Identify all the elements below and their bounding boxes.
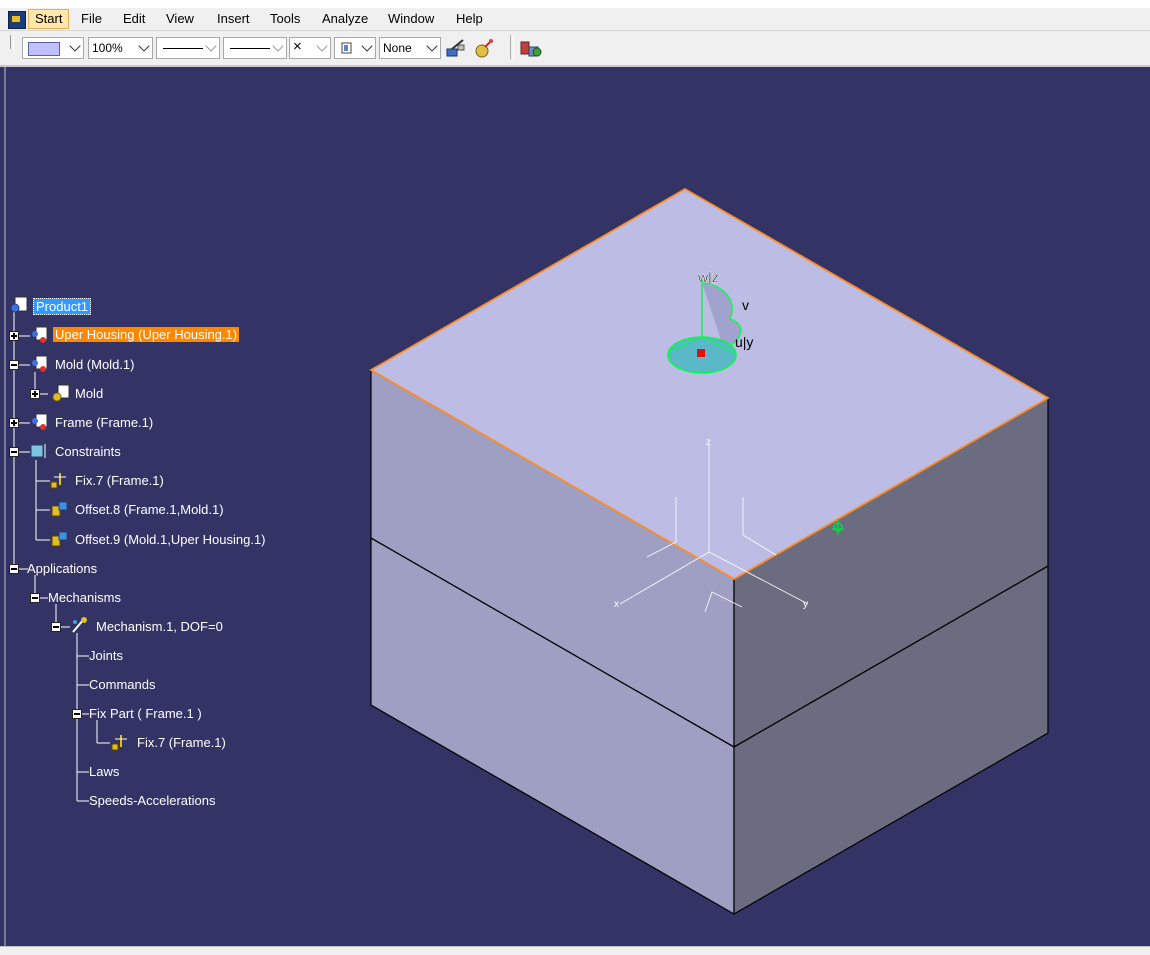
mechanism-node-icon bbox=[72, 617, 87, 633]
collapse-toggle-applications[interactable] bbox=[9, 564, 19, 574]
paintbrush-icon bbox=[446, 39, 465, 57]
expand-toggle-mold-part[interactable] bbox=[30, 389, 40, 399]
fill-color-combo[interactable] bbox=[22, 37, 84, 59]
lineweight-combo[interactable] bbox=[223, 37, 287, 59]
menu-insert[interactable]: Insert bbox=[217, 11, 250, 26]
menu-tools[interactable]: Tools bbox=[270, 11, 300, 26]
collapse-toggle-fix-part[interactable] bbox=[72, 709, 82, 719]
part-instance-icon bbox=[32, 326, 48, 343]
menu-view[interactable]: View bbox=[166, 11, 194, 26]
compass-label-uy: u|y bbox=[735, 334, 753, 350]
compass-label-wz: w|z bbox=[697, 269, 719, 285]
transparency-combo[interactable]: 100% bbox=[88, 37, 153, 59]
toolbar-grip[interactable] bbox=[10, 35, 14, 49]
paint-bucket-icon bbox=[475, 39, 493, 58]
paint-format-button[interactable] bbox=[472, 37, 496, 59]
mechanism-analysis-button[interactable] bbox=[518, 37, 542, 59]
tree-node-mechanisms[interactable]: Mechanisms bbox=[48, 590, 121, 605]
tree-node-constraints[interactable]: Constraints bbox=[55, 444, 121, 459]
collapse-toggle-constraints[interactable] bbox=[9, 447, 19, 457]
axis-label-z: z bbox=[706, 437, 711, 448]
part-gear-icon bbox=[52, 384, 70, 402]
toolbar-separator bbox=[510, 35, 514, 59]
menu-start[interactable]: Start bbox=[28, 9, 70, 29]
catia-app-icon[interactable] bbox=[8, 11, 26, 29]
collapse-toggle-mechanism1[interactable] bbox=[51, 622, 61, 632]
expand-toggle-frame[interactable] bbox=[9, 418, 19, 428]
fix-constraint-icon bbox=[50, 473, 66, 489]
offset-constraint-icon bbox=[51, 501, 68, 517]
chevron-down-icon bbox=[426, 40, 438, 52]
tree-node-fix7-sub[interactable]: Fix.7 (Frame.1) bbox=[137, 735, 226, 750]
menu-window[interactable]: Window bbox=[388, 11, 434, 26]
axis-label-y: y bbox=[803, 599, 808, 610]
compass-label-v: v bbox=[742, 297, 749, 313]
tree-node-frame[interactable]: Frame (Frame.1) bbox=[55, 415, 153, 430]
menu-edit[interactable]: Edit bbox=[123, 11, 145, 26]
chevron-down-icon bbox=[69, 40, 81, 52]
axis-label-x: x bbox=[614, 599, 619, 610]
product-icon bbox=[10, 296, 28, 313]
painter-button[interactable] bbox=[444, 37, 468, 59]
tree-node-mold-part[interactable]: Mold bbox=[75, 386, 103, 401]
tree-node-product1[interactable]: Product1 bbox=[33, 298, 92, 315]
zoom-value: 100% bbox=[92, 41, 123, 55]
linetype-combo[interactable] bbox=[156, 37, 220, 59]
collapse-toggle-mold[interactable] bbox=[9, 360, 19, 370]
graphic-properties-toolbar: 100% × None bbox=[0, 31, 1150, 67]
point-symbol: × bbox=[293, 38, 302, 55]
compass-handle[interactable] bbox=[697, 349, 705, 357]
menu-bar: Start File Edit View Insert Tools Analyz… bbox=[0, 8, 1150, 31]
point-symbol-combo[interactable]: × bbox=[289, 37, 331, 59]
layer-value: None bbox=[383, 41, 412, 55]
linetype-sample bbox=[163, 48, 203, 49]
collapse-toggle-mechanisms[interactable] bbox=[30, 593, 40, 603]
menu-file[interactable]: File bbox=[81, 11, 102, 26]
offset-constraint-icon bbox=[51, 531, 68, 547]
rendering-style-combo[interactable] bbox=[334, 37, 376, 59]
chevron-down-icon bbox=[272, 40, 284, 52]
tree-node-uper-housing[interactable]: Uper Housing (Uper Housing.1) bbox=[53, 327, 240, 342]
fix-constraint-icon bbox=[111, 735, 127, 751]
tree-node-speeds-accelerations[interactable]: Speeds-Accelerations bbox=[89, 793, 215, 808]
tree-node-applications[interactable]: Applications bbox=[27, 561, 97, 576]
mechanism-icon bbox=[520, 41, 542, 57]
tree-node-offset9[interactable]: Offset.9 (Mold.1,Uper Housing.1) bbox=[75, 532, 266, 547]
chevron-down-icon bbox=[316, 40, 328, 52]
layer-combo[interactable]: None bbox=[379, 37, 441, 59]
expand-toggle-uper-housing[interactable] bbox=[9, 331, 19, 341]
tree-node-joints[interactable]: Joints bbox=[89, 648, 123, 663]
constraints-icon bbox=[30, 444, 46, 458]
chevron-down-icon bbox=[361, 40, 373, 52]
tree-node-mechanism1[interactable]: Mechanism.1, DOF=0 bbox=[96, 619, 223, 634]
menu-analyze[interactable]: Analyze bbox=[322, 11, 368, 26]
rendering-style-icon bbox=[341, 42, 352, 54]
menu-help[interactable]: Help bbox=[456, 11, 483, 26]
lineweight-sample bbox=[230, 48, 270, 49]
tree-node-offset8[interactable]: Offset.8 (Frame.1,Mold.1) bbox=[75, 502, 224, 517]
chevron-down-icon bbox=[205, 40, 217, 52]
part-instance-icon bbox=[32, 413, 48, 430]
tree-node-mold-instance[interactable]: Mold (Mold.1) bbox=[55, 357, 134, 372]
part-instance-icon bbox=[32, 355, 48, 372]
color-swatch bbox=[28, 42, 60, 56]
chevron-down-icon bbox=[138, 40, 150, 52]
tree-node-fix-part[interactable]: Fix Part ( Frame.1 ) bbox=[89, 706, 202, 721]
tree-node-commands[interactable]: Commands bbox=[89, 677, 155, 692]
specification-tree: Product1 Uper Housing (Uper Housing.1) M… bbox=[0, 290, 300, 820]
tree-node-laws[interactable]: Laws bbox=[89, 764, 119, 779]
window-title-strip bbox=[0, 0, 1150, 8]
tree-node-fix7[interactable]: Fix.7 (Frame.1) bbox=[75, 473, 164, 488]
